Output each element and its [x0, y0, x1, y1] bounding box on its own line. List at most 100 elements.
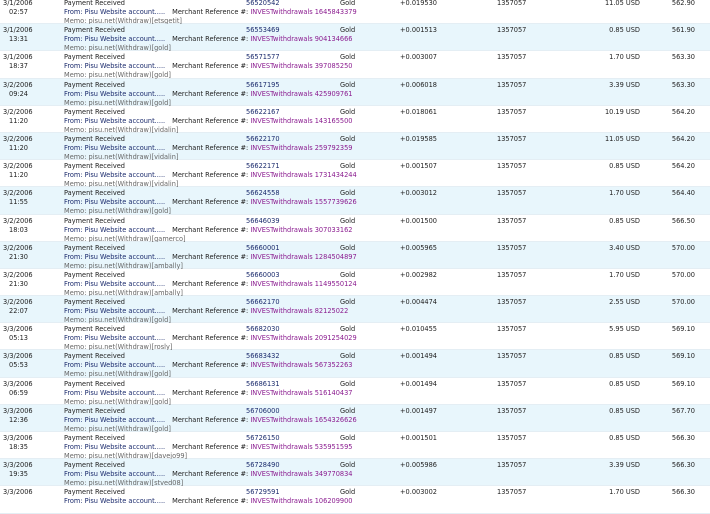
transaction-details: From: Pisu Website account..... Merchant … — [64, 117, 353, 125]
batch-number-link[interactable]: 56624558 — [246, 189, 280, 197]
sender-account-link[interactable]: From: Pisu Website account..... — [64, 198, 165, 206]
transaction-type: Payment Received — [64, 134, 125, 143]
amount: +0.003007 — [400, 53, 437, 62]
sender-account-link[interactable]: From: Pisu Website account..... — [64, 226, 165, 234]
account-number: 1357057 — [497, 434, 527, 442]
transaction-row: 3/2/2006 11:20 Payment Received From: Pisu … — [0, 106, 710, 134]
transaction-time: 18:37 — [9, 62, 29, 71]
sender-account-link[interactable]: From: Pisu Website account..... — [64, 171, 165, 179]
batch-number-link[interactable]: 56622170 — [246, 135, 280, 143]
batch-number-link[interactable]: 56660001 — [246, 244, 280, 252]
sender-account-link[interactable]: From: Pisu Website account..... — [64, 307, 165, 315]
batch-number-link[interactable]: 56726150 — [246, 434, 280, 442]
amount: +0.003002 — [400, 488, 437, 497]
sender-account-link[interactable]: From: Pisu Website account..... — [64, 253, 165, 261]
transaction-details: From: Pisu Website account..... Merchant … — [64, 171, 357, 179]
sender-account-link[interactable]: From: Pisu Website account..... — [64, 280, 165, 288]
transaction-type: Payment Received — [64, 189, 125, 198]
amount: +0.018061 — [400, 107, 437, 116]
merchant-reference-label: Merchant Reference #: — [172, 89, 249, 98]
amount: +0.001513 — [400, 26, 437, 35]
merchant-reference-value: INVESTwithdrawals 904134666 — [250, 35, 353, 44]
transaction-date: 3/2/2006 — [3, 162, 33, 171]
usd-value: 0.85 USD — [609, 379, 640, 388]
transaction-type: Payment Received — [64, 162, 125, 171]
sender-account-link[interactable]: From: Pisu Website account..... — [64, 117, 165, 125]
merchant-reference-value: INVESTwithdrawals 567352263 — [250, 361, 353, 370]
transaction-type: Payment Received — [64, 53, 125, 62]
usd-value: 0.85 USD — [609, 406, 640, 415]
batch-number-link[interactable]: 56553469 — [246, 26, 280, 34]
account-number: 1357057 — [497, 162, 527, 171]
batch-number-link[interactable]: 56617195 — [246, 81, 280, 89]
sender-account-link[interactable]: From: Pisu Website account..... — [64, 8, 165, 16]
sender-account-link[interactable]: From: Pisu Website account..... — [64, 497, 165, 505]
amount: +0.005986 — [400, 461, 437, 470]
transaction-row: 3/3/2006 Payment Received From: Pisu Websi… — [0, 486, 710, 514]
merchant-reference-label: Merchant Reference #: — [172, 497, 249, 506]
merchant-reference-label: Merchant Reference #: — [172, 415, 249, 424]
usd-value: 0.85 USD — [609, 434, 640, 442]
usd-value: 0.85 USD — [609, 352, 640, 361]
merchant-reference-value: INVESTwithdrawals 106209900 — [250, 497, 353, 506]
rate-value: 564.20 — [671, 162, 695, 171]
transaction-time: 05:53 — [9, 361, 29, 370]
usd-value: 1.70 USD — [609, 270, 640, 279]
rate-value: 570.00 — [671, 298, 695, 307]
sender-account-link[interactable]: From: Pisu Website account..... — [64, 90, 165, 98]
batch-number-link[interactable]: 56660003 — [246, 271, 280, 279]
batch-number-link[interactable]: 56706000 — [246, 407, 280, 415]
batch-number-link[interactable]: 56646039 — [246, 217, 280, 225]
transaction-time: 11:20 — [9, 171, 29, 180]
transaction-details: From: Pisu Website account..... Merchant … — [64, 497, 353, 505]
account-number: 1357057 — [497, 134, 527, 143]
transaction-date: 3/2/2006 — [3, 189, 33, 198]
batch-number-link[interactable]: 56622167 — [246, 108, 280, 116]
batch-number-link[interactable]: 56728490 — [246, 461, 280, 469]
transaction-type: Payment Received — [64, 243, 125, 252]
transaction-type: Payment Received — [64, 107, 125, 116]
merchant-reference-value: INVESTwithdrawals 307033162 — [250, 225, 353, 234]
account-number: 1357057 — [497, 80, 527, 89]
sender-account-link[interactable]: From: Pisu Website account..... — [64, 443, 165, 451]
batch-number-link[interactable]: 56622171 — [246, 162, 280, 170]
merchant-reference-value: INVESTwithdrawals 1654326626 — [250, 415, 357, 424]
sender-account-link[interactable]: From: Pisu Website account..... — [64, 361, 165, 369]
batch-number-link[interactable]: 56520542 — [246, 0, 280, 7]
merchant-reference-label: Merchant Reference #: — [172, 35, 249, 44]
currency: Gold — [340, 0, 356, 7]
rate-value: 564.40 — [671, 189, 695, 198]
batch-number-link[interactable]: 56682030 — [246, 325, 280, 333]
transaction-details: From: Pisu Website account..... Merchant … — [64, 416, 357, 424]
merchant-reference-value: INVESTwithdrawals 425909761 — [250, 89, 353, 98]
currency: Gold — [340, 461, 356, 470]
batch-number-link[interactable]: 56571577 — [246, 53, 280, 61]
transaction-time: 13:31 — [9, 35, 29, 44]
batch-number-link[interactable]: 56662170 — [246, 298, 280, 306]
sender-account-link[interactable]: From: Pisu Website account..... — [64, 334, 165, 342]
batch-number-link[interactable]: 56686131 — [246, 380, 280, 388]
sender-account-link[interactable]: From: Pisu Website account..... — [64, 35, 165, 43]
transaction-date: 3/3/2006 — [3, 488, 33, 497]
merchant-reference-value: INVESTwithdrawals 82125022 — [250, 307, 349, 316]
transaction-time: 11:20 — [9, 116, 29, 125]
transaction-date: 3/1/2006 — [3, 26, 33, 35]
batch-number-link[interactable]: 56729591 — [246, 488, 280, 496]
sender-account-link[interactable]: From: Pisu Website account..... — [64, 416, 165, 424]
transaction-date: 3/2/2006 — [3, 80, 33, 89]
rate-value: 564.20 — [671, 134, 695, 143]
batch-number-link[interactable]: 56683432 — [246, 352, 280, 360]
transaction-date: 3/2/2006 — [3, 243, 33, 252]
account-number: 1357057 — [497, 352, 527, 361]
transaction-type: Payment Received — [64, 298, 125, 307]
merchant-reference-value: INVESTwithdrawals 143165500 — [250, 116, 353, 125]
sender-account-link[interactable]: From: Pisu Website account..... — [64, 144, 165, 152]
transaction-details: From: Pisu Website account..... Merchant … — [64, 198, 357, 206]
sender-account-link[interactable]: From: Pisu Website account..... — [64, 470, 165, 478]
sender-account-link[interactable]: From: Pisu Website account..... — [64, 62, 165, 70]
usd-value: 2.55 USD — [609, 298, 640, 307]
sender-account-link[interactable]: From: Pisu Website account..... — [64, 389, 165, 397]
transaction-date: 3/3/2006 — [3, 352, 33, 361]
merchant-reference-label: Merchant Reference #: — [172, 171, 249, 180]
transaction-type: Payment Received — [64, 325, 125, 334]
